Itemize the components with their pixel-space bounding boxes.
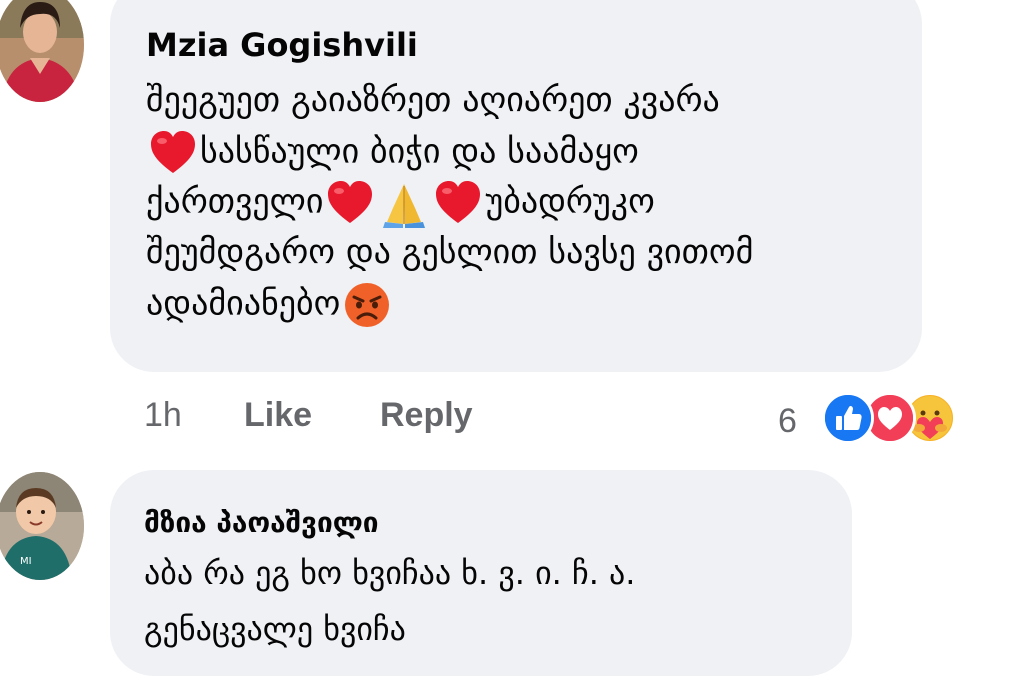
comment-author[interactable]: Mzia Gogishvili xyxy=(146,26,418,64)
comment-actions: 1h Like Reply 6 xyxy=(0,392,1024,444)
comment-text-line-1: შეეგუეთ გაიაზრეთ აღიარეთ კვარა xyxy=(146,80,720,120)
comment-bubble: მზია პაოაშვილი აბა რა ეგ ხო ხვიჩაა ხ. ვ.… xyxy=(110,470,852,676)
avatar[interactable]: MI xyxy=(0,472,84,580)
angry-face-icon xyxy=(345,283,390,327)
red-heart-icon xyxy=(436,181,481,223)
svg-text:MI: MI xyxy=(20,556,32,567)
comment-bubble: Mzia Gogishvili შეეგუეთ გაიაზრეთ აღიარეთ… xyxy=(110,0,922,372)
reply-button[interactable]: Reply xyxy=(380,396,473,435)
red-heart-icon xyxy=(151,131,195,173)
text-segment: შეუმდგარო და გესლით სავსე ვითომ xyxy=(146,232,754,272)
comment-text-line-2: გენაცვალე ხვიჩა xyxy=(144,610,406,648)
comment-text-line-1: აბა რა ეგ ხო ხვიჩაა ხ. ვ. ი. ჩ. ა. xyxy=(144,554,636,592)
comment-text-line-2: სასწაული ბიჭი და საამაყო xyxy=(146,128,639,178)
like-button[interactable]: Like xyxy=(244,396,312,435)
comment-author[interactable]: მზია პაოაშვილი xyxy=(144,506,379,539)
comment-1: Mzia Gogishvili შეეგუეთ გაიაზრეთ აღიარეთ… xyxy=(0,0,1024,460)
reaction-count[interactable]: 6 xyxy=(778,402,797,441)
folded-hands-icon xyxy=(383,184,426,228)
profile-photo-icon: MI xyxy=(0,472,84,580)
comment-2: MI მზია პაოაშვილი აბა რა ეგ ხო ხვიჩაა ხ.… xyxy=(0,470,1024,687)
text-segment: ქართველი xyxy=(146,181,324,222)
text-segment: სასწაული ბიჭი და საამაყო xyxy=(200,131,639,172)
like-icon[interactable] xyxy=(822,392,874,444)
comment-text-line-5: ადამიანებო xyxy=(146,280,394,330)
text-segment: უბადრუკო xyxy=(485,181,655,222)
text-segment: შეეგუეთ გაიაზრეთ აღიარეთ კვარა xyxy=(146,80,720,120)
red-heart-icon xyxy=(328,181,373,223)
comment-time[interactable]: 1h xyxy=(144,396,182,435)
avatar[interactable] xyxy=(0,0,84,102)
text-segment: ადამიანებო xyxy=(146,283,341,324)
profile-photo-icon xyxy=(0,0,84,102)
comment-text-line-4: შეუმდგარო და გესლით სავსე ვითომ xyxy=(146,232,753,272)
comment-text-line-3: ქართველი უბადრუკო xyxy=(146,178,655,228)
